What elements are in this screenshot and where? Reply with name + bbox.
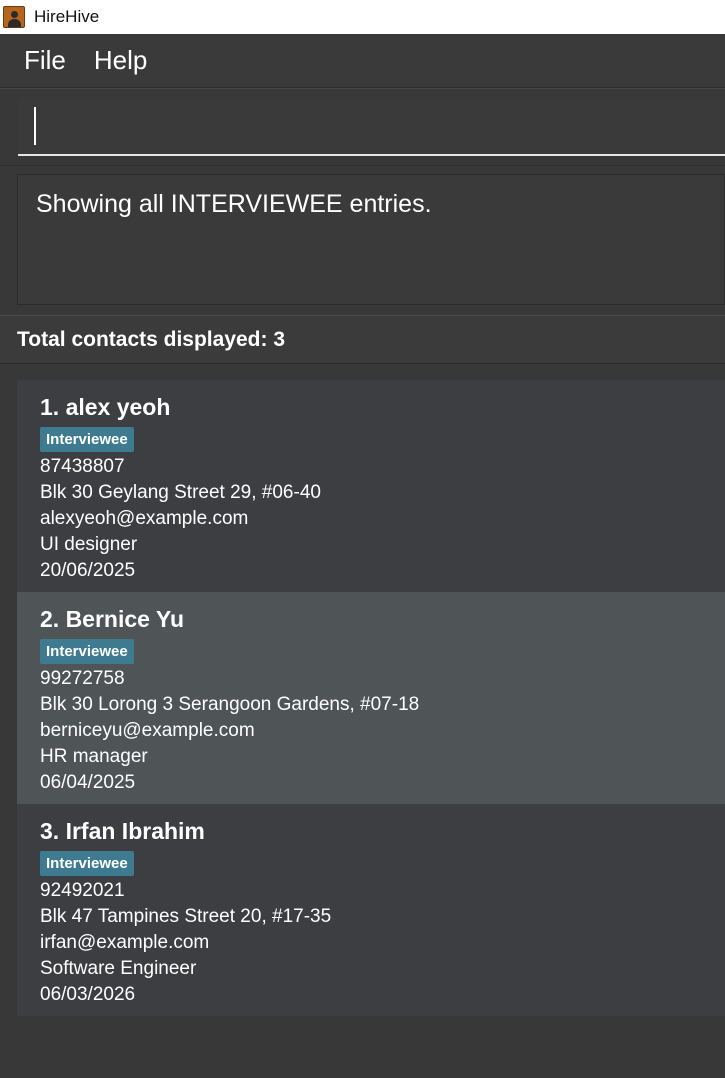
contact-role: HR manager — [40, 746, 148, 767]
contact-email: irfan@example.com — [40, 932, 210, 953]
result-display-pane: Showing all INTERVIEWEE entries. — [0, 165, 725, 315]
contact-role: Software Engineer — [40, 958, 197, 979]
menu-bar: File Help — [0, 34, 725, 88]
contact-address: Blk 30 Geylang Street 29, #06-40 — [40, 482, 321, 503]
contact-role: UI designer — [40, 534, 138, 555]
contact-list-pane: 1. alex yeoh Interviewee 87438807 Blk 30… — [0, 364, 725, 1078]
command-box — [0, 88, 725, 165]
contact-name: 3. Irfan Ibrahim — [40, 818, 205, 844]
contact-email: alexyeoh@example.com — [40, 508, 249, 529]
contact-date: 06/04/2025 — [40, 772, 136, 793]
tag-badge: Interviewee — [40, 639, 134, 664]
text-caret — [34, 107, 36, 145]
menu-help[interactable]: Help — [80, 45, 161, 76]
app-icon — [3, 6, 25, 28]
result-display: Showing all INTERVIEWEE entries. — [17, 174, 725, 305]
contact-card[interactable]: 2. Bernice Yu Interviewee 99272758 Blk 3… — [17, 592, 725, 804]
title-bar: HireHive — [0, 0, 725, 34]
contact-address: Blk 47 Tampines Street 20, #17-35 — [40, 906, 332, 927]
contact-address: Blk 30 Lorong 3 Serangoon Gardens, #07-1… — [40, 694, 420, 715]
tag-badge: Interviewee — [40, 427, 134, 452]
contact-name: 1. alex yeoh — [40, 394, 171, 420]
command-input[interactable] — [18, 99, 725, 156]
window-title: HireHive — [34, 7, 100, 26]
contact-phone: 87438807 — [40, 456, 125, 477]
contact-email: berniceyu@example.com — [40, 720, 255, 741]
contact-list[interactable]: 1. alex yeoh Interviewee 87438807 Blk 30… — [17, 380, 725, 1016]
tag-badge: Interviewee — [40, 851, 134, 876]
contacts-count-status: Total contacts displayed: 3 — [0, 315, 725, 364]
contact-name: 2. Bernice Yu — [40, 606, 185, 632]
contact-phone: 99272758 — [40, 668, 125, 689]
menu-file[interactable]: File — [0, 45, 80, 76]
contact-card[interactable]: 3. Irfan Ibrahim Interviewee 92492021 Bl… — [17, 804, 725, 1016]
contact-date: 06/03/2026 — [40, 984, 136, 1005]
contact-date: 20/06/2025 — [40, 560, 136, 581]
contact-phone: 92492021 — [40, 880, 125, 901]
contact-card[interactable]: 1. alex yeoh Interviewee 87438807 Blk 30… — [17, 380, 725, 592]
